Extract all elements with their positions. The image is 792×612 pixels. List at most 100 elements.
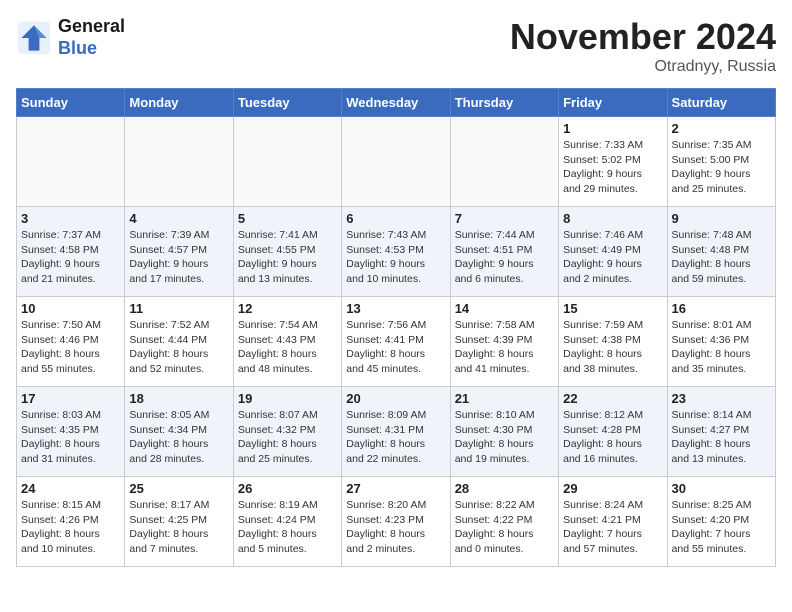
weekday-header-row: SundayMondayTuesdayWednesdayThursdayFrid… xyxy=(17,89,776,117)
title-area: November 2024 Otradnyy, Russia xyxy=(510,16,776,76)
day-number: 10 xyxy=(21,301,120,316)
calendar-cell: 6 Sunrise: 7:43 AM Sunset: 4:53 PM Daylig… xyxy=(342,207,450,297)
day-number: 14 xyxy=(455,301,554,316)
calendar-cell: 11 Sunrise: 7:52 AM Sunset: 4:44 PM Dayli… xyxy=(125,297,233,387)
calendar-cell: 20 Sunrise: 8:09 AM Sunset: 4:31 PM Dayli… xyxy=(342,387,450,477)
day-number: 28 xyxy=(455,481,554,496)
logo-line2: Blue xyxy=(58,38,125,60)
calendar-cell: 4 Sunrise: 7:39 AM Sunset: 4:57 PM Daylig… xyxy=(125,207,233,297)
calendar-week-row: 1 Sunrise: 7:33 AM Sunset: 5:02 PM Daylig… xyxy=(17,117,776,207)
calendar-body: 1 Sunrise: 7:33 AM Sunset: 5:02 PM Daylig… xyxy=(17,117,776,567)
calendar-cell xyxy=(450,117,558,207)
day-info: Sunrise: 8:09 AM Sunset: 4:31 PM Dayligh… xyxy=(346,408,445,467)
day-number: 30 xyxy=(672,481,771,496)
calendar-cell: 23 Sunrise: 8:14 AM Sunset: 4:27 PM Dayli… xyxy=(667,387,775,477)
calendar-cell xyxy=(125,117,233,207)
day-info: Sunrise: 8:03 AM Sunset: 4:35 PM Dayligh… xyxy=(21,408,120,467)
day-info: Sunrise: 8:19 AM Sunset: 4:24 PM Dayligh… xyxy=(238,498,337,557)
day-number: 5 xyxy=(238,211,337,226)
day-info: Sunrise: 8:22 AM Sunset: 4:22 PM Dayligh… xyxy=(455,498,554,557)
logo-text: General Blue xyxy=(58,16,125,59)
day-number: 17 xyxy=(21,391,120,406)
calendar-table: SundayMondayTuesdayWednesdayThursdayFrid… xyxy=(16,88,776,567)
logo: General Blue xyxy=(16,16,125,59)
day-info: Sunrise: 7:59 AM Sunset: 4:38 PM Dayligh… xyxy=(563,318,662,377)
day-info: Sunrise: 8:01 AM Sunset: 4:36 PM Dayligh… xyxy=(672,318,771,377)
day-number: 21 xyxy=(455,391,554,406)
calendar-cell xyxy=(233,117,341,207)
day-info: Sunrise: 8:25 AM Sunset: 4:20 PM Dayligh… xyxy=(672,498,771,557)
day-number: 18 xyxy=(129,391,228,406)
day-info: Sunrise: 8:24 AM Sunset: 4:21 PM Dayligh… xyxy=(563,498,662,557)
day-info: Sunrise: 8:14 AM Sunset: 4:27 PM Dayligh… xyxy=(672,408,771,467)
day-info: Sunrise: 8:15 AM Sunset: 4:26 PM Dayligh… xyxy=(21,498,120,557)
day-number: 1 xyxy=(563,121,662,136)
weekday-header-saturday: Saturday xyxy=(667,89,775,117)
calendar-cell xyxy=(342,117,450,207)
weekday-header-sunday: Sunday xyxy=(17,89,125,117)
calendar-cell: 10Sunrise: 7:50 AM Sunset: 4:46 PM Dayli… xyxy=(17,297,125,387)
calendar-week-row: 10Sunrise: 7:50 AM Sunset: 4:46 PM Dayli… xyxy=(17,297,776,387)
calendar-cell: 18 Sunrise: 8:05 AM Sunset: 4:34 PM Dayli… xyxy=(125,387,233,477)
calendar-cell: 30 Sunrise: 8:25 AM Sunset: 4:20 PM Dayli… xyxy=(667,477,775,567)
day-number: 20 xyxy=(346,391,445,406)
calendar-cell: 14Sunrise: 7:58 AM Sunset: 4:39 PM Dayli… xyxy=(450,297,558,387)
day-info: Sunrise: 8:07 AM Sunset: 4:32 PM Dayligh… xyxy=(238,408,337,467)
day-info: Sunrise: 7:43 AM Sunset: 4:53 PM Dayligh… xyxy=(346,228,445,287)
calendar-cell: 28 Sunrise: 8:22 AM Sunset: 4:22 PM Dayli… xyxy=(450,477,558,567)
day-info: Sunrise: 7:46 AM Sunset: 4:49 PM Dayligh… xyxy=(563,228,662,287)
day-info: Sunrise: 8:20 AM Sunset: 4:23 PM Dayligh… xyxy=(346,498,445,557)
day-info: Sunrise: 8:10 AM Sunset: 4:30 PM Dayligh… xyxy=(455,408,554,467)
calendar-week-row: 3Sunrise: 7:37 AM Sunset: 4:58 PM Daylig… xyxy=(17,207,776,297)
calendar-week-row: 17 Sunrise: 8:03 AM Sunset: 4:35 PM Dayli… xyxy=(17,387,776,477)
day-number: 3 xyxy=(21,211,120,226)
day-number: 4 xyxy=(129,211,228,226)
calendar-cell: 5 Sunrise: 7:41 AM Sunset: 4:55 PM Daylig… xyxy=(233,207,341,297)
calendar-header: SundayMondayTuesdayWednesdayThursdayFrid… xyxy=(17,89,776,117)
day-info: Sunrise: 8:17 AM Sunset: 4:25 PM Dayligh… xyxy=(129,498,228,557)
calendar-cell: 25Sunrise: 8:17 AM Sunset: 4:25 PM Dayli… xyxy=(125,477,233,567)
day-number: 23 xyxy=(672,391,771,406)
calendar-cell: 3Sunrise: 7:37 AM Sunset: 4:58 PM Daylig… xyxy=(17,207,125,297)
calendar-cell: 17 Sunrise: 8:03 AM Sunset: 4:35 PM Dayli… xyxy=(17,387,125,477)
calendar-week-row: 24 Sunrise: 8:15 AM Sunset: 4:26 PM Dayli… xyxy=(17,477,776,567)
calendar-cell: 2 Sunrise: 7:35 AM Sunset: 5:00 PM Daylig… xyxy=(667,117,775,207)
logo-icon xyxy=(16,20,52,56)
day-number: 16 xyxy=(672,301,771,316)
day-info: Sunrise: 7:39 AM Sunset: 4:57 PM Dayligh… xyxy=(129,228,228,287)
calendar-cell: 12Sunrise: 7:54 AM Sunset: 4:43 PM Dayli… xyxy=(233,297,341,387)
calendar-cell: 26Sunrise: 8:19 AM Sunset: 4:24 PM Dayli… xyxy=(233,477,341,567)
calendar-cell: 29Sunrise: 8:24 AM Sunset: 4:21 PM Dayli… xyxy=(559,477,667,567)
location-title: Otradnyy, Russia xyxy=(510,58,776,76)
calendar-cell: 13 Sunrise: 7:56 AM Sunset: 4:41 PM Dayli… xyxy=(342,297,450,387)
day-info: Sunrise: 7:35 AM Sunset: 5:00 PM Dayligh… xyxy=(672,138,771,197)
day-info: Sunrise: 7:52 AM Sunset: 4:44 PM Dayligh… xyxy=(129,318,228,377)
calendar-cell: 27Sunrise: 8:20 AM Sunset: 4:23 PM Dayli… xyxy=(342,477,450,567)
calendar-cell: 19Sunrise: 8:07 AM Sunset: 4:32 PM Dayli… xyxy=(233,387,341,477)
page-header: General Blue November 2024 Otradnyy, Rus… xyxy=(16,16,776,76)
day-info: Sunrise: 8:05 AM Sunset: 4:34 PM Dayligh… xyxy=(129,408,228,467)
day-number: 22 xyxy=(563,391,662,406)
calendar-cell: 9Sunrise: 7:48 AM Sunset: 4:48 PM Daylig… xyxy=(667,207,775,297)
day-info: Sunrise: 7:33 AM Sunset: 5:02 PM Dayligh… xyxy=(563,138,662,197)
calendar-cell: 7Sunrise: 7:44 AM Sunset: 4:51 PM Daylig… xyxy=(450,207,558,297)
weekday-header-friday: Friday xyxy=(559,89,667,117)
calendar-cell: 22Sunrise: 8:12 AM Sunset: 4:28 PM Dayli… xyxy=(559,387,667,477)
day-info: Sunrise: 7:41 AM Sunset: 4:55 PM Dayligh… xyxy=(238,228,337,287)
day-number: 13 xyxy=(346,301,445,316)
day-info: Sunrise: 7:56 AM Sunset: 4:41 PM Dayligh… xyxy=(346,318,445,377)
calendar-cell: 21 Sunrise: 8:10 AM Sunset: 4:30 PM Dayli… xyxy=(450,387,558,477)
month-title: November 2024 xyxy=(510,16,776,58)
day-number: 11 xyxy=(129,301,228,316)
day-number: 12 xyxy=(238,301,337,316)
day-number: 2 xyxy=(672,121,771,136)
day-number: 6 xyxy=(346,211,445,226)
weekday-header-tuesday: Tuesday xyxy=(233,89,341,117)
weekday-header-monday: Monday xyxy=(125,89,233,117)
day-number: 24 xyxy=(21,481,120,496)
calendar-cell: 8Sunrise: 7:46 AM Sunset: 4:49 PM Daylig… xyxy=(559,207,667,297)
calendar-cell xyxy=(17,117,125,207)
day-number: 15 xyxy=(563,301,662,316)
calendar-cell: 24 Sunrise: 8:15 AM Sunset: 4:26 PM Dayli… xyxy=(17,477,125,567)
day-info: Sunrise: 7:48 AM Sunset: 4:48 PM Dayligh… xyxy=(672,228,771,287)
